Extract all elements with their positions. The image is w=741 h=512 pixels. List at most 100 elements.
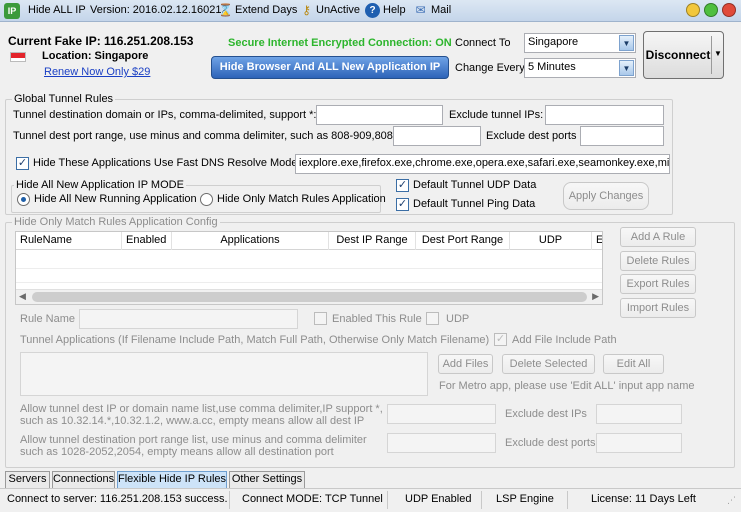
status-separator: [229, 491, 230, 509]
add-files-button[interactable]: Add Files: [438, 354, 493, 374]
hide-mode-legend: Hide All New Application IP MODE: [14, 179, 186, 191]
exclude-dest-ports-label-2: Exclude dest ports: [505, 437, 596, 449]
version-label: Version: 2016.02.12.160212: [90, 4, 228, 16]
udp-label: UDP: [446, 313, 470, 325]
apply-changes-button[interactable]: Apply Changes: [563, 182, 649, 210]
status-mode: Connect MODE: TCP Tunnel: [242, 493, 383, 505]
enabled-rule-label: Enabled This Rule: [332, 313, 422, 325]
app-icon: IP: [4, 3, 20, 19]
mode-all-radio[interactable]: [17, 193, 30, 206]
status-connect: Connect to server: 116.251.208.153 succe…: [7, 493, 228, 505]
enabled-rule-checkbox[interactable]: [314, 312, 327, 325]
singapore-flag-icon: [10, 52, 26, 62]
column-header[interactable]: Dest Port Range: [416, 232, 510, 250]
status-separator: [481, 491, 482, 509]
chevron-down-icon[interactable]: ▼: [714, 49, 722, 58]
disconnect-button[interactable]: Disconnect ▼: [643, 31, 724, 79]
status-udp: UDP Enabled: [405, 493, 472, 505]
add-file-path-checkbox[interactable]: ✓: [494, 333, 507, 346]
rule-name-input[interactable]: [79, 309, 298, 329]
close-button[interactable]: [722, 3, 736, 17]
edit-all-button[interactable]: Edit All: [603, 354, 664, 374]
change-every-label: Change Every: [455, 62, 525, 74]
exclude-dest-ips-input[interactable]: [596, 404, 682, 424]
hourglass-icon: ⌛: [218, 3, 233, 17]
column-header[interactable]: Dest IP Range: [329, 232, 416, 250]
scroll-right-icon[interactable]: ▶: [592, 291, 599, 302]
location-label: Location: Singapore: [42, 50, 149, 62]
add-rule-button[interactable]: Add A Rule: [620, 227, 696, 247]
column-header[interactable]: UDP: [510, 232, 592, 250]
rule-name-label: Rule Name: [20, 313, 76, 325]
mode-match-label: Hide Only Match Rules Application: [217, 193, 386, 205]
tunnel-dest-label: Tunnel destination domain or IPs, comma-…: [13, 109, 317, 121]
column-header[interactable]: Applications: [172, 232, 329, 250]
default-ping-checkbox[interactable]: ✓: [396, 198, 409, 211]
exclude-tunnel-ips-input[interactable]: [545, 105, 664, 125]
tab-flexible-hide-ip-rules[interactable]: Flexible Hide IP Rules: [117, 471, 227, 488]
disconnect-label: Disconnect: [645, 48, 711, 62]
mail-button[interactable]: Mail: [431, 4, 451, 16]
hide-browser-button[interactable]: Hide Browser And ALL New Application IP: [211, 56, 449, 79]
add-file-path-label: Add File Include Path: [512, 334, 617, 346]
allow-ip-label-line2: such as 10.32.14.*,10.32.1.2, www.a.cc, …: [20, 415, 365, 427]
column-header[interactable]: RuleName: [16, 232, 122, 250]
maximize-button[interactable]: [704, 3, 718, 17]
extend-days-button[interactable]: Extend Days: [235, 4, 297, 16]
mode-match-radio[interactable]: [200, 193, 213, 206]
mail-icon: ✉: [415, 3, 426, 17]
tunnel-port-label: Tunnel dest port range, use minus and co…: [13, 130, 400, 142]
secure-status-text: Secure Internet Encrypted Connection: ON: [228, 37, 452, 49]
chevron-down-icon: ▼: [619, 60, 634, 76]
minimize-button[interactable]: [686, 3, 700, 17]
key-icon: ⚷: [302, 3, 311, 17]
tunnel-apps-textarea[interactable]: [20, 352, 428, 396]
connect-to-value: Singapore: [528, 36, 579, 48]
status-engine: LSP Engine: [496, 493, 554, 505]
mode-all-label: Hide All New Running Application: [34, 193, 197, 205]
match-rules-legend: Hide Only Match Rules Application Config: [12, 216, 220, 228]
allow-ip-label-line1: Allow tunnel dest IP or domain name list…: [20, 403, 383, 415]
scrollbar-thumb[interactable]: [32, 292, 587, 302]
change-every-select[interactable]: 5 Minutes ▼: [524, 58, 636, 78]
status-bar: Connect to server: 116.251.208.153 succe…: [0, 488, 741, 512]
app-title: Hide ALL IP: [28, 4, 86, 16]
delete-selected-button[interactable]: Delete Selected: [502, 354, 595, 374]
change-every-value: 5 Minutes: [528, 61, 576, 73]
default-udp-checkbox[interactable]: ✓: [396, 179, 409, 192]
exclude-dest-ports-input-2[interactable]: [596, 433, 682, 453]
tab-servers[interactable]: Servers: [5, 471, 50, 488]
exclude-dest-ports-input[interactable]: [580, 126, 664, 146]
renew-link[interactable]: Renew Now Only $29: [44, 66, 150, 78]
current-fake-ip: Current Fake IP: 116.251.208.153: [8, 34, 194, 48]
tab-connections[interactable]: Connections: [52, 471, 115, 488]
rules-table[interactable]: RuleName Enabled Applications Dest IP Ra…: [15, 231, 603, 305]
column-header[interactable]: Enabled: [122, 232, 172, 250]
default-ping-label: Default Tunnel Ping Data: [413, 198, 536, 210]
allow-port-input[interactable]: [387, 433, 496, 453]
export-rules-button[interactable]: Export Rules: [620, 274, 696, 294]
help-icon: ?: [365, 3, 380, 18]
import-rules-button[interactable]: Import Rules: [620, 298, 696, 318]
horizontal-scrollbar[interactable]: ◀ ▶: [16, 289, 602, 304]
exclude-tunnel-ips-label: Exclude tunnel IPs:: [449, 109, 544, 121]
delete-rules-button[interactable]: Delete Rules: [620, 251, 696, 271]
allow-port-label-line1: Allow tunnel destination port range list…: [20, 434, 367, 446]
tunnel-port-input[interactable]: [393, 126, 481, 146]
udp-checkbox[interactable]: [426, 312, 439, 325]
default-udp-label: Default Tunnel UDP Data: [413, 179, 537, 191]
unactive-button[interactable]: UnActive: [316, 4, 360, 16]
resize-grip-icon[interactable]: ⋰: [727, 495, 736, 506]
dns-apps-input[interactable]: iexplore.exe,firefox.exe,chrome.exe,oper…: [295, 154, 670, 174]
exclude-dest-ports-label: Exclude dest ports: [486, 130, 577, 142]
column-header[interactable]: E: [592, 232, 602, 250]
tab-other-settings[interactable]: Other Settings: [229, 471, 305, 488]
help-button[interactable]: Help: [383, 4, 406, 16]
tunnel-dest-input[interactable]: [316, 105, 443, 125]
scroll-left-icon[interactable]: ◀: [19, 291, 26, 302]
connect-to-select[interactable]: Singapore ▼: [524, 33, 636, 53]
hide-dns-checkbox[interactable]: ✓: [16, 157, 29, 170]
allow-ip-input[interactable]: [387, 404, 496, 424]
tunnel-apps-label: Tunnel Applications (If Filename Include…: [20, 334, 490, 346]
exclude-dest-ips-label: Exclude dest IPs: [505, 408, 587, 420]
